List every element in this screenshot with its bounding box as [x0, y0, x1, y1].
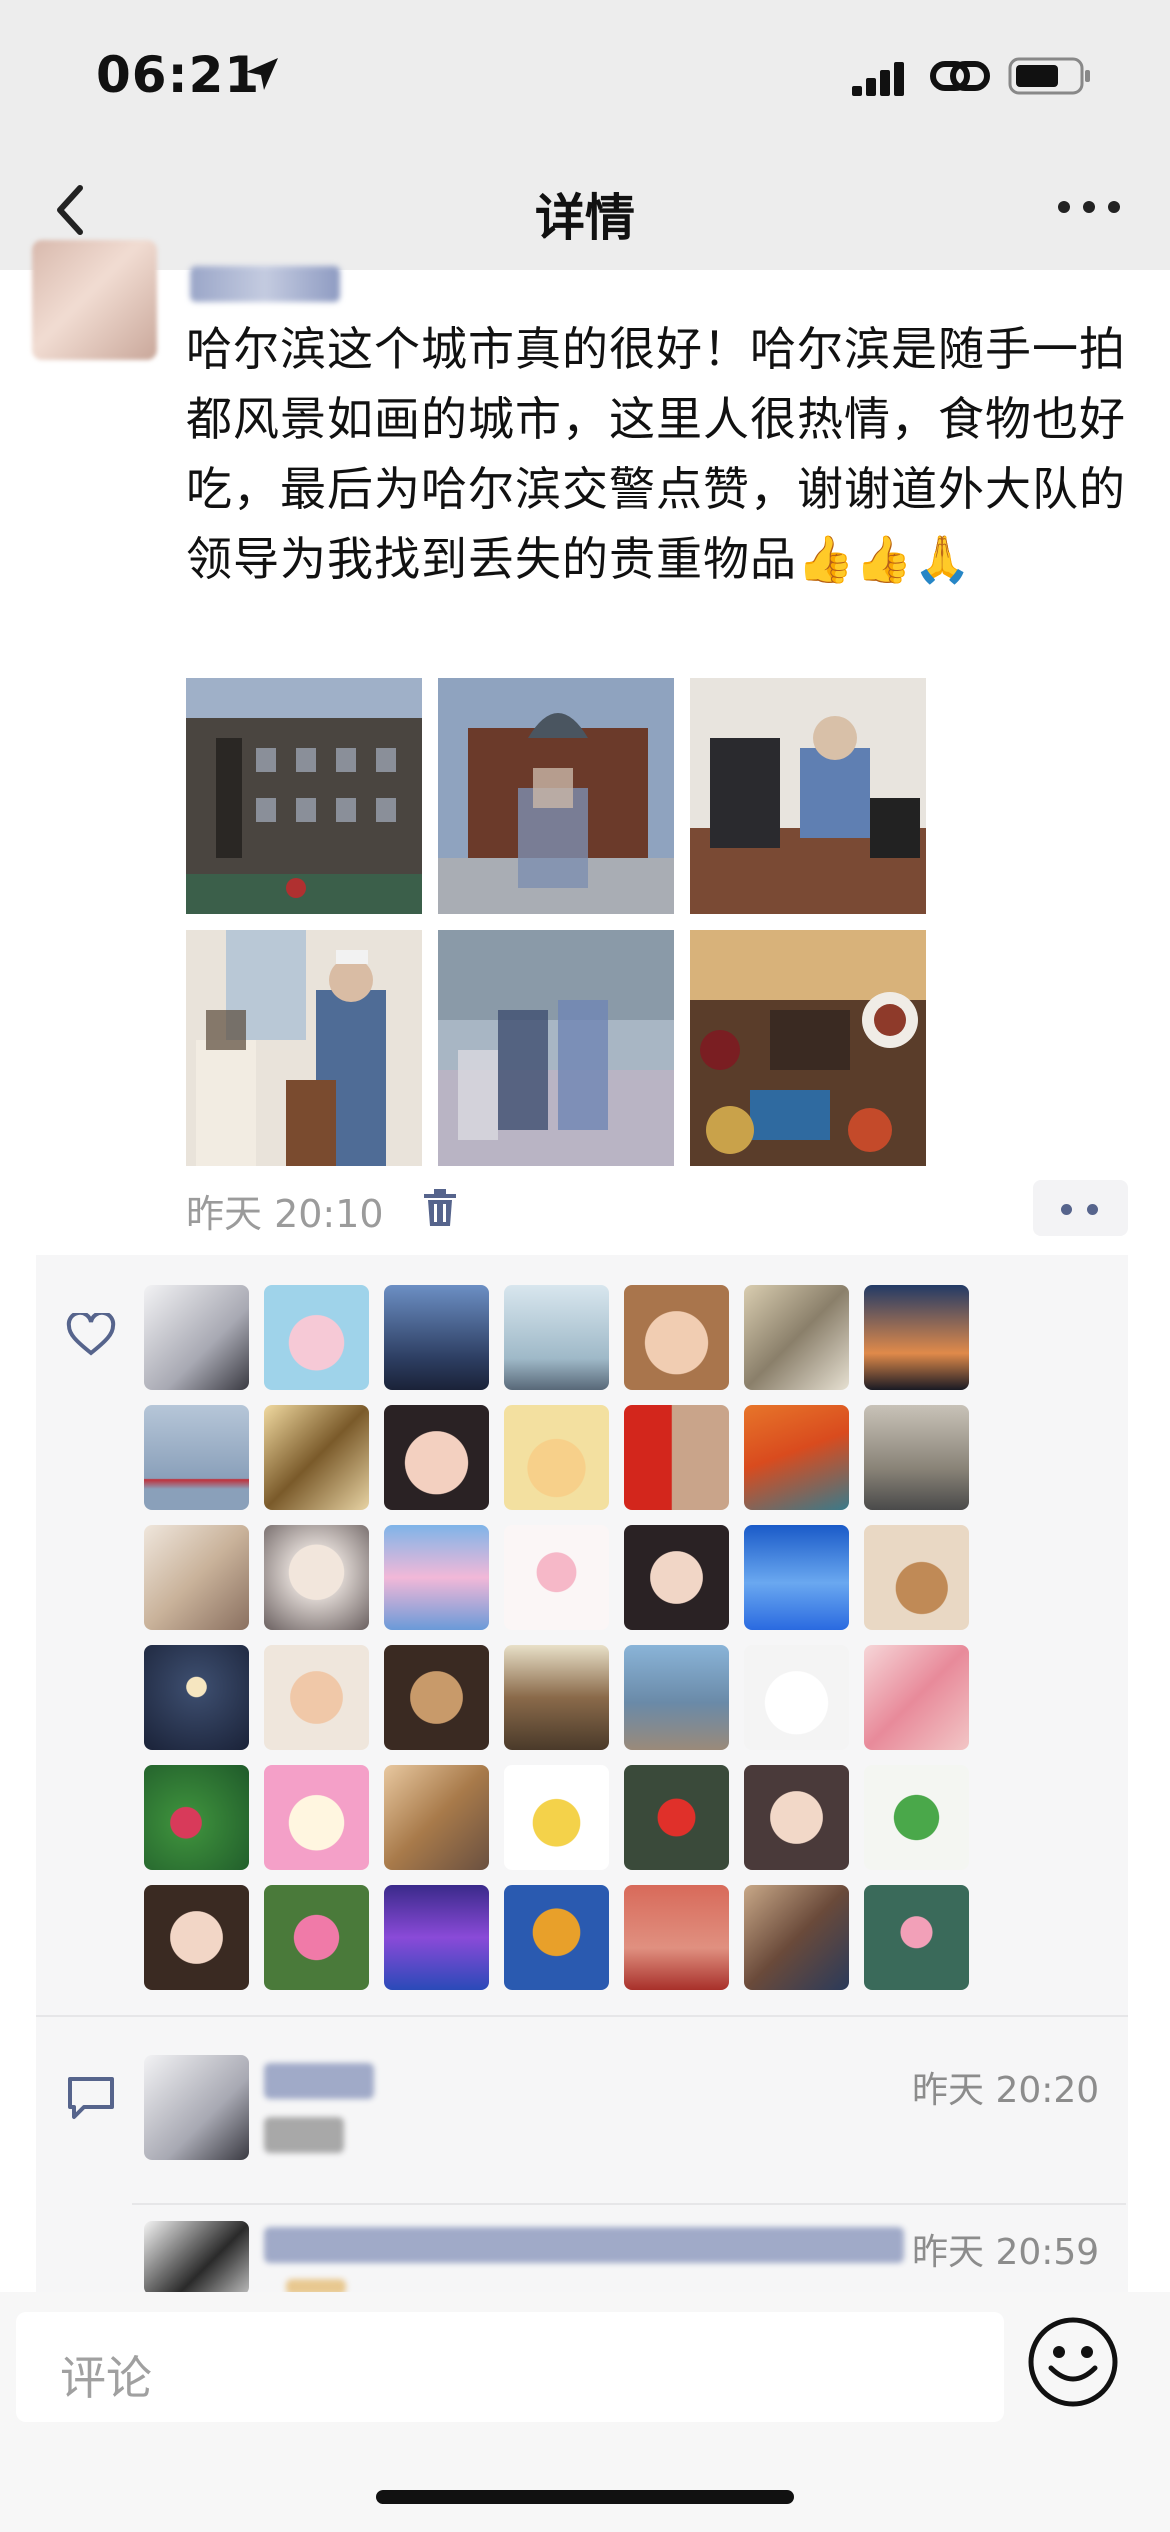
link-icon — [930, 61, 990, 91]
smiley-icon[interactable] — [1025, 2314, 1121, 2410]
commenter-name-redacted[interactable] — [264, 2227, 904, 2263]
more-dots-icon[interactable] — [1054, 182, 1124, 232]
comment-timestamp: 昨天 20:20 — [912, 2070, 1100, 2111]
like-avatar[interactable] — [384, 1405, 489, 1510]
commenter-name-redacted[interactable] — [264, 2063, 374, 2099]
like-avatar[interactable] — [144, 1885, 249, 1990]
comment-icon — [68, 2077, 114, 2119]
comment-input[interactable]: 评论 — [16, 2312, 1004, 2422]
like-avatar[interactable] — [504, 1765, 609, 1870]
like-avatar[interactable] — [744, 1285, 849, 1390]
like-avatar[interactable] — [264, 1885, 369, 1990]
comment-avatar[interactable] — [144, 2055, 249, 2160]
like-avatar[interactable] — [504, 1645, 609, 1750]
poster-name-redacted[interactable] — [190, 266, 340, 302]
like-avatar[interactable] — [744, 1525, 849, 1630]
like-avatar[interactable] — [384, 1885, 489, 1990]
photo-thumbnail[interactable] — [186, 678, 422, 914]
comment-avatar[interactable] — [144, 2221, 249, 2295]
like-avatar[interactable] — [624, 1885, 729, 1990]
comment-divider — [132, 2203, 1126, 2205]
like-avatar[interactable] — [864, 1285, 969, 1390]
like-avatar[interactable] — [264, 1285, 369, 1390]
like-avatar[interactable] — [144, 1525, 249, 1630]
page-title: 详情 — [535, 189, 635, 247]
like-avatar[interactable] — [624, 1285, 729, 1390]
like-avatar[interactable] — [144, 1765, 249, 1870]
comment-timestamp: 昨天 20:59 — [912, 2232, 1100, 2273]
photo-thumbnail[interactable] — [690, 930, 926, 1166]
like-avatar[interactable] — [384, 1525, 489, 1630]
like-avatar[interactable] — [744, 1885, 849, 1990]
like-avatar[interactable] — [384, 1285, 489, 1390]
likes-comments-panel: 昨天 20:20 昨天 20:59 — [36, 1255, 1128, 2295]
nav-bar: 详情 — [0, 150, 1170, 270]
like-avatar[interactable] — [864, 1645, 969, 1750]
like-avatar[interactable] — [264, 1525, 369, 1630]
photo-thumbnail[interactable] — [186, 930, 422, 1166]
post-timestamp: 昨天 20:10 — [186, 1192, 384, 1236]
like-avatar[interactable] — [744, 1645, 849, 1750]
like-avatar[interactable] — [864, 1405, 969, 1510]
like-avatar[interactable] — [144, 1405, 249, 1510]
like-avatar[interactable] — [264, 1405, 369, 1510]
panel-divider — [36, 2015, 1128, 2017]
like-avatar[interactable] — [744, 1765, 849, 1870]
like-avatar[interactable] — [504, 1885, 609, 1990]
status-time: 06:21 — [96, 46, 261, 104]
comment-input-placeholder: 评论 — [60, 2351, 152, 2405]
like-avatar[interactable] — [144, 1285, 249, 1390]
like-avatar[interactable] — [264, 1645, 369, 1750]
like-avatar[interactable] — [744, 1405, 849, 1510]
like-avatar[interactable] — [504, 1405, 609, 1510]
post-text: 哈尔滨这个城市真的很好！哈尔滨是随手一拍都风景如画的城市，这里人很热情，食物也好… — [186, 322, 1126, 586]
photo-thumbnail[interactable] — [438, 930, 674, 1166]
like-avatar[interactable] — [504, 1285, 609, 1390]
like-avatar[interactable] — [624, 1525, 729, 1630]
like-avatar[interactable] — [144, 1645, 249, 1750]
location-arrow-icon — [246, 58, 278, 90]
like-avatar[interactable] — [624, 1645, 729, 1750]
like-avatar[interactable] — [864, 1765, 969, 1870]
like-avatar[interactable] — [624, 1405, 729, 1510]
like-avatar[interactable] — [864, 1525, 969, 1630]
heart-icon — [66, 1313, 116, 1356]
signal-icon — [852, 62, 904, 96]
like-comment-button[interactable] — [1033, 1180, 1128, 1236]
like-avatar[interactable] — [864, 1885, 969, 1990]
photo-thumbnail[interactable] — [690, 678, 926, 914]
poster-avatar[interactable] — [32, 240, 157, 360]
comment-input-bar: 评论 — [0, 2292, 1170, 2532]
trash-icon[interactable] — [422, 1188, 458, 1228]
like-avatar[interactable] — [504, 1525, 609, 1630]
battery-icon — [1008, 57, 1090, 95]
like-avatar[interactable] — [384, 1645, 489, 1750]
like-avatar[interactable] — [624, 1765, 729, 1870]
photo-thumbnail[interactable] — [438, 678, 674, 914]
home-indicator — [376, 2490, 794, 2504]
like-avatar[interactable] — [264, 1765, 369, 1870]
status-bar: 06:21 — [0, 0, 1170, 150]
comment-text-redacted — [264, 2117, 344, 2153]
like-avatar[interactable] — [384, 1765, 489, 1870]
